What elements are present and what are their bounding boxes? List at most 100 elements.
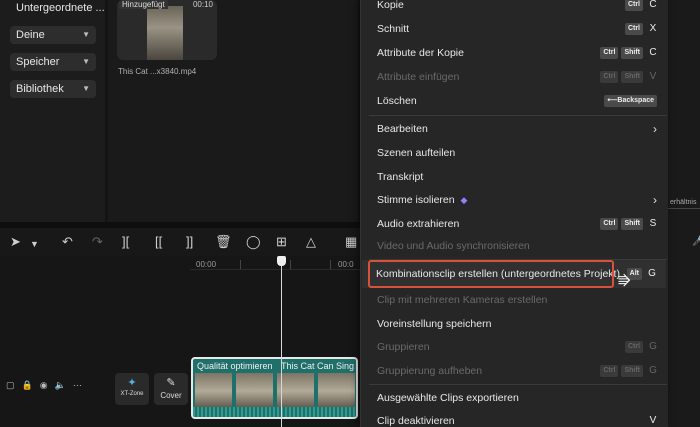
mouse-cursor-icon: ⭆	[618, 273, 631, 289]
chevron-down-icon: ▼	[82, 57, 90, 66]
menu-item-isolate-voice[interactable]: Stimme isolieren ◆ ›	[361, 190, 669, 210]
track-controls: ▢ 🔒 ◉ 🔈 ⋯	[6, 380, 89, 391]
added-badge: Hinzugefügt	[119, 0, 168, 9]
sidebar-item-bibliothek[interactable]: Bibliothek ▼	[10, 80, 96, 98]
menu-item-save-preset[interactable]: Voreinstellung speichern	[361, 314, 669, 334]
annotation-highlight-box	[368, 260, 614, 288]
menu-item-deactivate-clip[interactable]: Clip deaktivieren V	[361, 411, 669, 427]
playhead-line[interactable]	[281, 256, 282, 427]
clip-frame	[195, 373, 233, 409]
sidebar-item-label: Deine	[16, 29, 45, 41]
cover-label: Cover	[160, 391, 182, 400]
shortcut: Ctrl Shift C	[597, 46, 657, 60]
shortcut: V	[649, 415, 657, 427]
sidebar-header[interactable]: Untergeordnete ...	[16, 2, 105, 14]
ruler-label-start: 00:00	[196, 260, 217, 269]
lock-icon[interactable]: 🔒	[22, 380, 33, 391]
effect-tile[interactable]: ✦ XT-Zone	[115, 373, 149, 405]
right-panel-divider	[668, 208, 700, 209]
shortcut: Ctrl Shift G	[597, 364, 657, 378]
left-sidebar: Untergeordnete ... Deine ▼ Speicher ▼ Bi…	[0, 0, 105, 222]
media-thumbnail[interactable]: Hinzugefügt 00:10	[117, 0, 217, 60]
select-pointer-icon[interactable]: ➤	[10, 234, 21, 250]
menu-item-ungroup[interactable]: Gruppierung aufheben Ctrl Shift G	[361, 361, 669, 381]
menu-item-label: Stimme isolieren	[377, 194, 455, 206]
cover-button[interactable]: ✎ Cover	[154, 373, 188, 405]
menu-item-copy-attributes[interactable]: Attribute der Kopie Ctrl Shift C	[361, 43, 669, 63]
menu-item-label: Gruppieren	[377, 341, 430, 353]
speaker-icon[interactable]: 🔈	[55, 380, 66, 391]
menu-item-transcript[interactable]: Transkript	[361, 167, 669, 187]
clip-frame	[277, 373, 315, 409]
menu-item-extract-audio[interactable]: Audio extrahieren Ctrl Shift S	[361, 214, 669, 234]
time-ruler[interactable]: 00:00 00:0	[190, 256, 360, 270]
menu-item-multicam[interactable]: Clip mit mehreren Kameras erstellen	[361, 290, 669, 310]
menu-item-label: Gruppierung aufheben	[377, 365, 483, 377]
delete-icon[interactable]: 🗑	[215, 234, 232, 250]
sidebar-item-label: Speicher	[16, 56, 60, 68]
ruler-tick	[290, 260, 291, 269]
shortcut: Ctrl Shift V	[597, 70, 657, 84]
clip-frame	[236, 373, 274, 409]
crop-icon[interactable]: ⊞	[276, 234, 287, 250]
shortcut: Ctrl C	[622, 0, 657, 12]
clip-title-optimize: Qualität optimieren	[197, 361, 273, 371]
more-icon[interactable]: ▦	[345, 234, 357, 250]
sidebar-item-speicher[interactable]: Speicher ▼	[10, 53, 96, 71]
menu-item-label: Bearbeiten	[377, 123, 428, 135]
audio-waveform	[193, 407, 356, 417]
menu-item-label: Attribute der Kopie	[377, 47, 464, 59]
shortcut: Ctrl G	[622, 340, 657, 354]
menu-item-sync-av[interactable]: Video und Audio synchronisieren	[361, 236, 669, 256]
menu-item-label: Attribute einfügen	[377, 71, 460, 83]
playhead-handle[interactable]	[277, 256, 286, 266]
thumbnail-image	[147, 6, 183, 60]
menu-item-label: Löschen	[377, 95, 417, 107]
effect-tile-label: XT-Zone	[120, 391, 144, 397]
shield-icon[interactable]: ◯	[246, 234, 261, 250]
split-left-icon[interactable]: [[	[155, 234, 162, 250]
media-filename: This Cat ...x3840.mp4	[118, 67, 197, 76]
menu-item-cut[interactable]: Schnitt Ctrl X	[361, 19, 669, 39]
diamond-icon: ◆	[460, 195, 468, 205]
more-dots-icon[interactable]: ⋯	[73, 380, 82, 391]
video-clip[interactable]: Qualität optimieren This Cat Can Sing o	[191, 357, 358, 419]
microphone-icon[interactable]: 🎤	[692, 236, 700, 247]
ruler-tick	[330, 260, 331, 269]
menu-item-label: Szenen aufteilen	[377, 147, 456, 159]
eye-icon[interactable]: ◉	[40, 380, 48, 391]
menu-item-label: Kopie	[377, 0, 404, 11]
aspect-ratio-label[interactable]: erhältnis	[670, 199, 696, 206]
menu-item-export-clips[interactable]: Ausgewählte Clips exportieren	[361, 388, 669, 408]
track-icon[interactable]: ▢	[6, 380, 15, 391]
menu-item-group[interactable]: Gruppieren Ctrl G	[361, 337, 669, 357]
menu-item-split-scenes[interactable]: Szenen aufteilen	[361, 143, 669, 163]
split-right-icon[interactable]: ]]	[186, 234, 193, 250]
menu-item-label: Schnitt	[377, 23, 410, 35]
chevron-right-icon: ›	[653, 122, 657, 136]
chevron-down-icon[interactable]: ▼	[30, 236, 39, 252]
menu-item-copy[interactable]: Kopie Ctrl C	[361, 0, 669, 15]
media-bin: Hinzugefügt 00:10 This Cat ...x3840.mp4	[108, 0, 358, 222]
menu-item-delete[interactable]: Löschen ⟵Backspace	[361, 91, 669, 111]
effect-icon: ✦	[127, 377, 137, 389]
menu-item-label: Audio extrahieren	[377, 218, 460, 230]
menu-item-label: Transkript	[377, 171, 424, 183]
duration-label: 00:10	[192, 0, 213, 9]
context-menu: Kopie Ctrl C Schnitt Ctrl X Attribute der …	[360, 0, 668, 427]
menu-separator	[369, 384, 667, 385]
menu-item-paste-attributes[interactable]: Attribute einfügen Ctrl Shift V	[361, 67, 669, 87]
menu-item-label: Clip deaktivieren	[377, 415, 455, 427]
chevron-down-icon: ▼	[82, 30, 90, 39]
sidebar-item-deine[interactable]: Deine ▼	[10, 26, 96, 44]
sidebar-item-label: Bibliothek	[16, 83, 64, 95]
shortcut: Ctrl Shift S	[597, 217, 657, 231]
split-icon[interactable]: ][	[122, 234, 129, 250]
chevron-right-icon: ›	[653, 193, 657, 207]
redo-icon[interactable]: ↷	[92, 234, 103, 250]
undo-icon[interactable]: ↶	[62, 234, 73, 250]
ruler-label-mid: 00:0	[338, 260, 354, 269]
menu-item-edit[interactable]: Bearbeiten ›	[361, 119, 669, 139]
menu-separator	[369, 115, 667, 116]
smart-tool-icon[interactable]: △	[306, 234, 316, 250]
